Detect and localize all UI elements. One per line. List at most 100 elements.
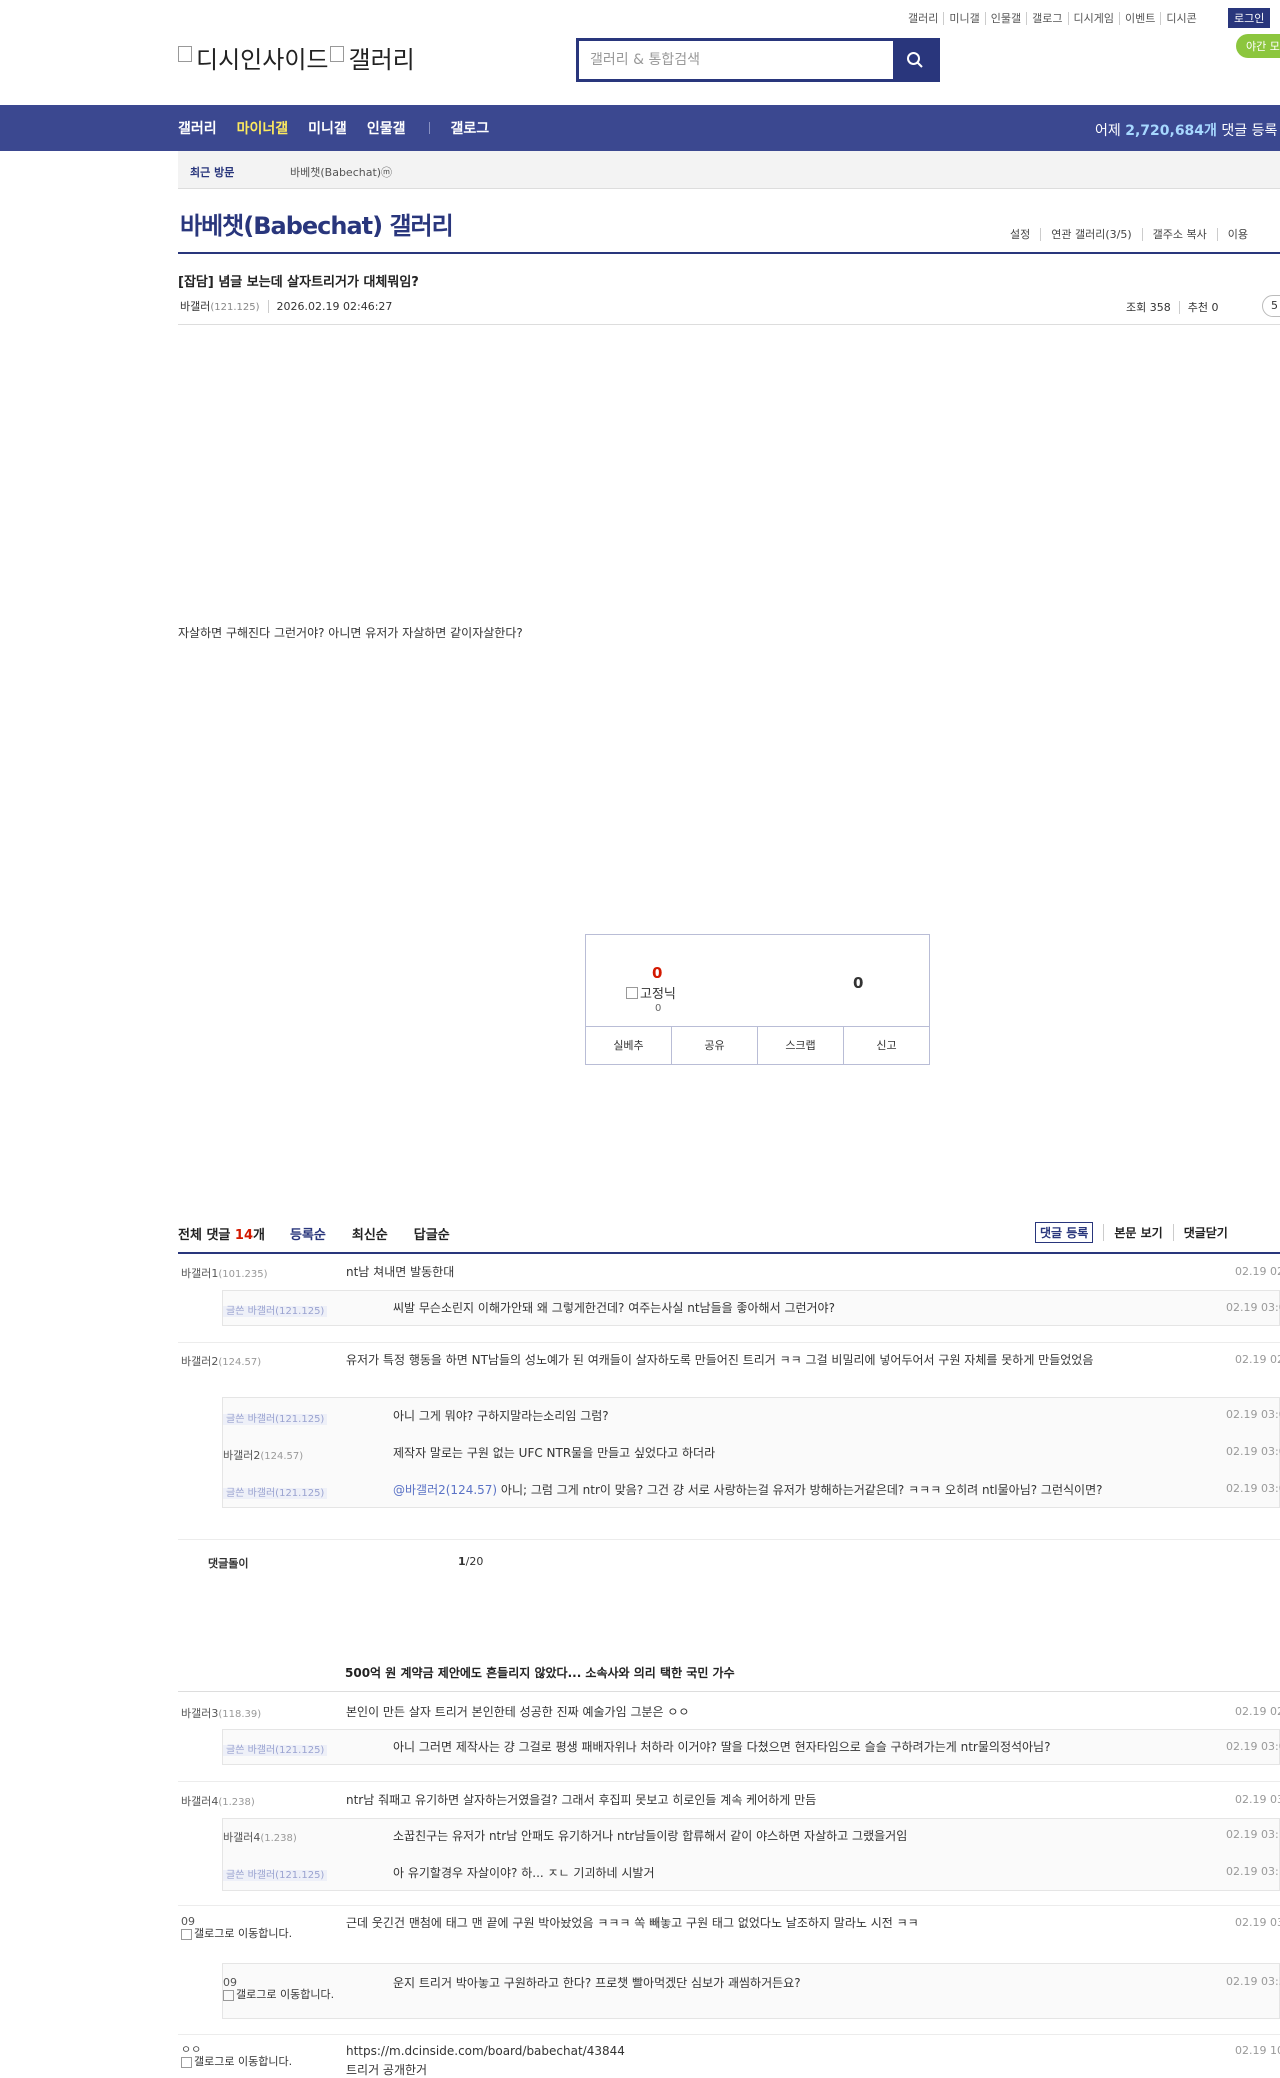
comment-nick[interactable]: 바갤러3(118.39) bbox=[181, 1705, 261, 1721]
util-minigall-link[interactable]: 미니갤 bbox=[944, 12, 986, 25]
stat-prefix: 어제 bbox=[1095, 123, 1126, 139]
nick-ip: (124.57) bbox=[260, 1451, 304, 1462]
sort-replies[interactable]: 답글순 bbox=[414, 1224, 450, 1243]
comment-nick[interactable]: 바갤러2(124.57) bbox=[181, 1353, 261, 1369]
login-button[interactable]: 로그인 bbox=[1228, 8, 1271, 28]
reply-group: 바갤러4(1.238) 소꿉친구는 유저가 ntr남 안패도 유기하거나 ntr… bbox=[222, 1818, 1280, 1891]
comment-divider bbox=[178, 1539, 1280, 1540]
comment-nick[interactable]: 글쓴 바갤러(121.125) bbox=[223, 1410, 328, 1425]
downvote-count[interactable]: 0 bbox=[853, 974, 863, 992]
comment-register-button[interactable]: 댓글 등록 bbox=[1035, 1222, 1094, 1243]
comment-text-line2: 트리거 공개한거 bbox=[346, 2063, 428, 2077]
search-input[interactable] bbox=[579, 41, 893, 79]
fixed-nick-count: 0 bbox=[655, 1003, 662, 1014]
night-mode-button[interactable]: 야간 모 bbox=[1236, 34, 1280, 58]
search-button[interactable] bbox=[893, 41, 937, 79]
comment-text: https://m.dcinside.com/board/babechat/43… bbox=[346, 2042, 1126, 2078]
related-gallery-link[interactable]: 연관 갤러리(3/5) bbox=[1040, 228, 1142, 241]
close-comments-button[interactable]: 댓글닫기 bbox=[1172, 1224, 1238, 1241]
usage-link[interactable]: 이용 bbox=[1216, 228, 1258, 241]
nick-ip: (1.238) bbox=[260, 1833, 297, 1844]
nick-name: 바갤러1 bbox=[181, 1267, 219, 1280]
gallery-title[interactable]: 바베챗(Babechat) 갤러리 bbox=[180, 206, 454, 241]
comment-bot-label: 댓글돌이 bbox=[208, 1557, 249, 1570]
util-persongall-link[interactable]: 인물갤 bbox=[985, 12, 1028, 25]
comment-nick[interactable]: 09 갤로그로 이동합니다. bbox=[223, 1977, 334, 2001]
nick-ip: (124.57) bbox=[218, 1357, 262, 1368]
realbest-button[interactable]: 실베추 bbox=[586, 1027, 671, 1065]
util-event-link[interactable]: 이벤트 bbox=[1119, 12, 1162, 25]
comment-nick[interactable]: 09 갤로그로 이동합니다. bbox=[181, 1916, 292, 1940]
logo-text-gallery: 갤러리 bbox=[348, 46, 415, 74]
post-writer-info: 바갤러(121.125) 2026.02.19 02:46:27 bbox=[180, 298, 393, 314]
writer-tag: 글쓴 바갤러(121.125) bbox=[223, 1414, 328, 1425]
comment-url-link[interactable]: https://m.dcinside.com/board/babechat/43… bbox=[346, 2044, 625, 2058]
util-gallog-link[interactable]: 갤로그 bbox=[1027, 12, 1069, 25]
nav-item-minor-gallery[interactable]: 마이너갤 bbox=[237, 118, 289, 138]
share-button[interactable]: 공유 bbox=[671, 1027, 757, 1065]
comment-count-badge[interactable]: 5 bbox=[1262, 295, 1280, 317]
comment-nick[interactable]: 바갤러2(124.57) bbox=[223, 1447, 303, 1463]
util-dcon-link[interactable]: 디시콘 bbox=[1161, 12, 1201, 25]
gallery-settings-link[interactable]: 설정 bbox=[1000, 228, 1040, 241]
nick-name: 바갤러2 bbox=[181, 1355, 219, 1368]
util-gallery-link[interactable]: 갤러리 bbox=[903, 12, 945, 25]
comment-nick[interactable]: 글쓴 바갤러(121.125) bbox=[223, 1741, 328, 1756]
nav-item-person-gallery[interactable]: 인물갤 bbox=[367, 118, 406, 138]
upvote-count[interactable]: 0 bbox=[652, 964, 662, 982]
post-writer-nick[interactable]: 바갤러 bbox=[180, 300, 210, 313]
comment-time: 02.19 02 bbox=[1235, 1705, 1280, 1718]
gallog-link-text: 갤로그로 이동합니다. bbox=[236, 1988, 335, 2001]
copy-gallery-url-link[interactable]: 갤주소 복사 bbox=[1141, 228, 1217, 241]
nav-divider bbox=[429, 122, 431, 134]
pager-numbers: 1/20 bbox=[458, 1555, 483, 1568]
report-button[interactable]: 신고 bbox=[843, 1027, 929, 1065]
pager-current[interactable]: 1 bbox=[458, 1555, 466, 1568]
comment-text: 아니 그게 뭐야? 구하지말라는소리임 그럼? bbox=[393, 1409, 609, 1423]
nav-item-gallog[interactable]: 갤로그 bbox=[450, 118, 489, 138]
sort-registered[interactable]: 등록순 bbox=[290, 1224, 326, 1243]
reply-item: 09 갤로그로 이동합니다. 운지 트리거 박아놓고 구원하라고 한다? 프로챗 … bbox=[222, 1963, 1280, 2019]
comment-nick[interactable]: 바갤러4(1.238) bbox=[223, 1829, 297, 1845]
recent-visits-bar: 최근 방문 바베챗(Babechat)ⓜ bbox=[178, 151, 1280, 189]
util-game-link[interactable]: 디시게임 bbox=[1068, 12, 1120, 25]
nav-item-gallery[interactable]: 갤러리 bbox=[178, 118, 217, 138]
ad-headline[interactable]: 500억 원 계약금 제안에도 흔들리지 않았다... 소속사와 의리 택한 국… bbox=[345, 1664, 735, 1681]
mention-link[interactable]: @바갤러2(124.57) bbox=[393, 1483, 497, 1497]
comment-time: 02.19 02 bbox=[1235, 1353, 1280, 1366]
comment-text: 근데 웃긴건 맨첨에 태그 맨 끝에 구원 박아놨었음 ㅋㅋㅋ 쏙 빼놓고 구원… bbox=[346, 1916, 919, 1930]
nick-ip: (118.39) bbox=[218, 1709, 262, 1720]
nav-item-mini-gallery[interactable]: 미니갤 bbox=[308, 118, 347, 138]
comment-nick[interactable]: 바갤러4(1.238) bbox=[181, 1793, 255, 1809]
comment-nick[interactable]: ㅇㅇ 갤로그로 이동합니다. bbox=[181, 2044, 292, 2068]
comment-time: 02.19 03:0 bbox=[1226, 1482, 1280, 1495]
writer-tag: 글쓴 바갤러(121.125) bbox=[223, 1870, 328, 1881]
view-body-button[interactable]: 본문 보기 bbox=[1103, 1224, 1172, 1241]
nick-name: 바갤러3 bbox=[181, 1707, 219, 1720]
gallog-link-text: 갤로그로 이동합니다. bbox=[194, 2055, 293, 2068]
broken-image-icon bbox=[330, 45, 345, 62]
comment-text: 운지 트리거 박아놓고 구원하라고 한다? 프로챗 빨아먹겠단 심보가 괘씸하거… bbox=[393, 1976, 801, 1990]
site-logo[interactable]: 디시인사이드 갤러리 bbox=[178, 40, 415, 75]
comment-nick[interactable]: 글쓴 바갤러(121.125) bbox=[223, 1866, 328, 1881]
comment-item: 09 갤로그로 이동합니다. 근데 웃긴건 맨첨에 태그 맨 끝에 구원 박아놨었… bbox=[178, 1913, 1280, 1957]
comment-text: 본인이 만든 살자 트리거 본인한테 성공한 진짜 예술가임 그분은 ㅇㅇ bbox=[346, 1705, 690, 1719]
comment-text: 아니 그러면 제작사는 걍 그걸로 평생 패배자위나 처하라 이거야? 딸을 다… bbox=[393, 1740, 1051, 1754]
comment-text: 유저가 특정 행동을 하면 NT남들의 성노예가 된 여캐들이 살자하도록 만들… bbox=[346, 1353, 1094, 1367]
comment-nick[interactable]: 글쓴 바갤러(121.125) bbox=[223, 1302, 328, 1317]
writer-tag: 글쓴 바갤러(121.125) bbox=[223, 1306, 328, 1317]
recent-visit-item[interactable]: 바베챗(Babechat)ⓜ bbox=[290, 164, 392, 180]
scrap-button[interactable]: 스크랩 bbox=[757, 1027, 843, 1065]
nick-name: 09 bbox=[223, 1976, 237, 1989]
fixed-nick-recommend: 고정닉 bbox=[626, 983, 676, 1002]
ad-divider bbox=[178, 1691, 1280, 1692]
writer-tag: 글쓴 바갤러(121.125) bbox=[223, 1488, 328, 1499]
comment-nick[interactable]: 바갤러1(101.235) bbox=[181, 1265, 268, 1281]
comment-time: 02.19 10 bbox=[1235, 2044, 1280, 2057]
nick-name: 바갤러4 bbox=[181, 1795, 219, 1808]
fixed-nick-label: 고정닉 bbox=[640, 987, 676, 1002]
sort-latest[interactable]: 최신순 bbox=[352, 1224, 388, 1243]
comment-item: 바갤러4(1.238) ntr남 줘패고 유기하면 살자하는거였을걸? 그래서 … bbox=[178, 1790, 1280, 1818]
search-box bbox=[576, 38, 940, 82]
comment-nick[interactable]: 글쓴 바갤러(121.125) bbox=[223, 1484, 328, 1499]
